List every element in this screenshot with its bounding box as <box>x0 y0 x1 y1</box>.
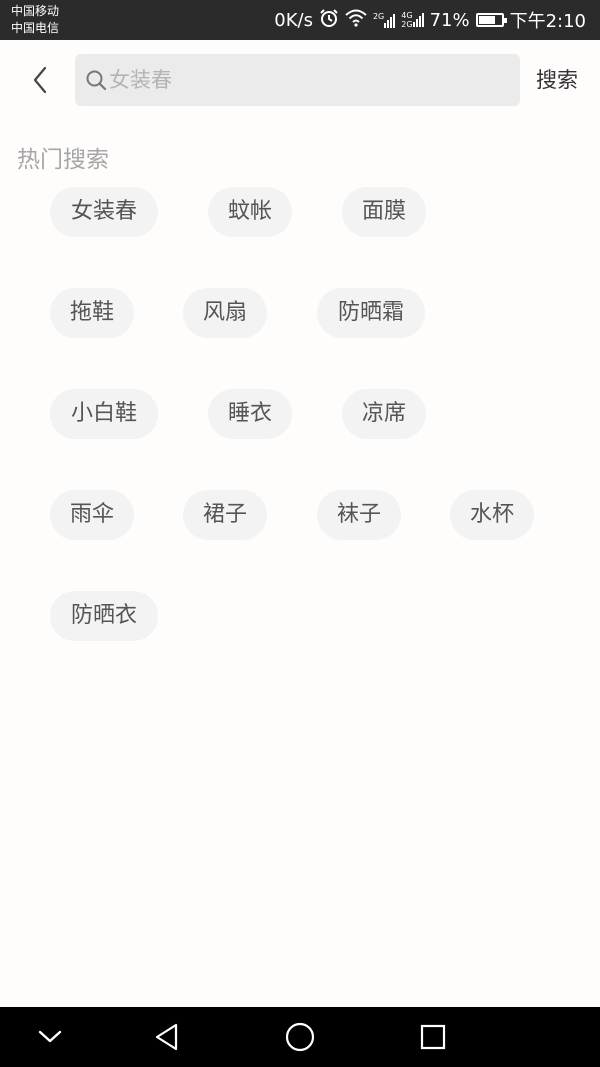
signal-2-label-bottom: 2G <box>401 20 413 29</box>
chevron-left-icon <box>33 66 47 94</box>
clock: 下午2:10 <box>509 11 586 32</box>
search-icon <box>86 70 107 91</box>
hot-search-tag[interactable]: 防晒霜 <box>317 288 425 338</box>
search-input[interactable] <box>109 62 509 98</box>
hot-search-title: 热门搜索 <box>17 147 109 173</box>
hot-search-tag[interactable]: 水杯 <box>450 490 534 540</box>
hot-search-tag[interactable]: 女装春 <box>50 187 158 237</box>
circle-home-icon <box>285 1022 315 1052</box>
battery-icon <box>475 13 507 27</box>
status-bar: 中国移动 中国电信 0K/s 2G 4G 2G 71% 下午2:10 <box>0 0 600 40</box>
wifi-icon <box>345 9 367 32</box>
carrier-2: 中国电信 <box>11 21 60 35</box>
search-button[interactable]: 搜索 <box>536 64 578 94</box>
hot-search-tag[interactable]: 拖鞋 <box>50 288 134 338</box>
hot-search-tag[interactable]: 防晒衣 <box>50 591 158 641</box>
triangle-back-icon <box>155 1023 178 1051</box>
nav-recent-button[interactable] <box>403 1007 463 1067</box>
carrier-1: 中国移动 <box>11 4 60 18</box>
chevron-down-icon <box>38 1030 62 1043</box>
signal-2-label-top: 4G <box>401 11 413 20</box>
hot-search-tag[interactable]: 凉席 <box>342 389 426 439</box>
hot-search-tag[interactable]: 裙子 <box>183 490 267 540</box>
back-button[interactable] <box>22 60 58 100</box>
signal-1-icon: 2G <box>372 12 396 28</box>
signal-2-icon: 4G 2G <box>401 11 424 29</box>
square-recent-icon <box>420 1024 446 1050</box>
hot-search-tag[interactable]: 睡衣 <box>208 389 292 439</box>
search-screen: 中国移动 中国电信 0K/s 2G 4G 2G 71% 下午2:10 女装春 搜… <box>0 0 600 1067</box>
battery-percent: 71% <box>429 9 470 31</box>
hot-search-tag[interactable]: 蚊帐 <box>208 187 292 237</box>
network-speed: 0K/s <box>274 9 313 31</box>
hot-search-tag[interactable]: 小白鞋 <box>50 389 158 439</box>
hot-search-tag[interactable]: 袜子 <box>317 490 401 540</box>
alarm-icon <box>319 8 339 33</box>
nav-back-button[interactable] <box>137 1007 197 1067</box>
hot-search-tag[interactable]: 雨伞 <box>50 490 134 540</box>
status-indicators: 0K/s 2G 4G 2G 71% 下午2:10 <box>274 0 586 40</box>
search-box[interactable] <box>75 54 520 106</box>
nav-home-button[interactable] <box>270 1007 330 1067</box>
hot-search-tag[interactable]: 风扇 <box>183 288 267 338</box>
carrier-info: 中国移动 中国电信 <box>11 3 59 37</box>
nav-hide-button[interactable] <box>20 1007 80 1067</box>
navigation-bar <box>0 1007 600 1067</box>
hot-search-tag[interactable]: 面膜 <box>342 187 426 237</box>
signal-1-label: 2G <box>372 12 385 21</box>
